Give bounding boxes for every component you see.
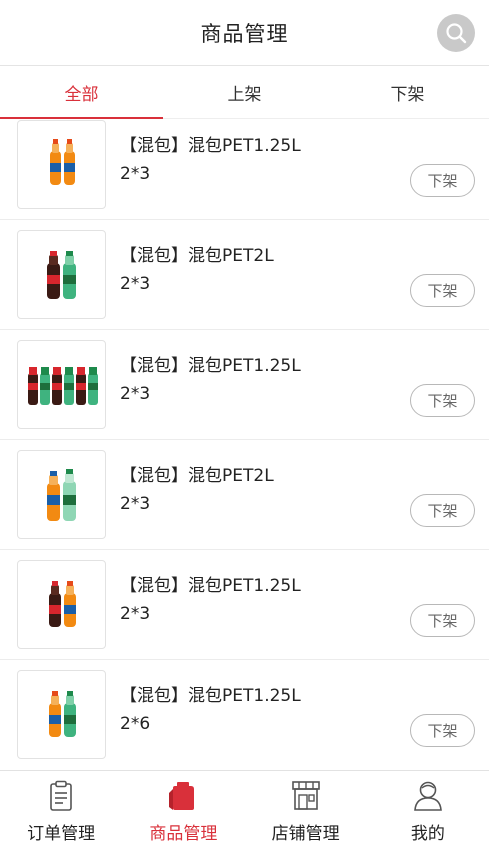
search-icon	[446, 23, 467, 44]
top-header: 商品管理	[0, 0, 489, 66]
product-image	[17, 340, 106, 429]
delist-button[interactable]: 下架	[410, 604, 475, 637]
product-name: 【混包】混包PET1.25L	[120, 356, 301, 376]
nav-item-products[interactable]: 商品管理	[122, 771, 244, 846]
nav-item-store[interactable]: 店铺管理	[245, 771, 367, 846]
bottom-nav: 订单管理 商品管理 店铺管理 我的	[0, 770, 489, 846]
nav-item-me[interactable]: 我的	[367, 771, 489, 846]
product-name: 【混包】混包PET2L	[120, 466, 274, 486]
page-title: 商品管理	[200, 21, 289, 46]
delist-button[interactable]: 下架	[410, 494, 475, 527]
product-item[interactable]: 【混包】混包PET1.25L 2*3 下架	[0, 120, 489, 220]
product-image	[17, 120, 106, 209]
delist-button[interactable]: 下架	[410, 714, 475, 747]
delist-button[interactable]: 下架	[410, 384, 475, 417]
product-spec: 2*3	[120, 494, 151, 514]
search-button[interactable]	[437, 14, 475, 52]
delist-button[interactable]: 下架	[410, 274, 475, 307]
nav-label: 商品管理	[149, 824, 218, 844]
product-item[interactable]: 【混包】混包PET2L 2*3 下架	[0, 220, 489, 330]
product-name: 【混包】混包PET2L	[120, 246, 274, 266]
app-screen: 商品管理 全部 上架 下架 【混包】混包PET1.25L 2*3 下架 【混包】…	[0, 0, 489, 846]
tab-on-shelf[interactable]: 上架	[163, 67, 326, 118]
product-image	[17, 670, 106, 759]
product-item[interactable]: 【混包】混包PET2L 2*3 下架	[0, 440, 489, 550]
product-spec: 2*3	[120, 604, 151, 624]
filter-tabs: 全部 上架 下架	[0, 67, 489, 119]
nav-label: 店铺管理	[271, 824, 340, 844]
delist-button[interactable]: 下架	[410, 164, 475, 197]
nav-label: 我的	[410, 824, 445, 844]
tab-all[interactable]: 全部	[0, 67, 163, 119]
product-item[interactable]: 【混包】混包PET1.25L 2*3 下架	[0, 550, 489, 660]
product-name: 【混包】混包PET1.25L	[120, 686, 301, 706]
product-spec: 2*3	[120, 274, 151, 294]
nav-item-orders[interactable]: 订单管理	[0, 771, 122, 846]
product-image	[17, 560, 106, 649]
product-list[interactable]: 【混包】混包PET1.25L 2*3 下架 【混包】混包PET2L 2*3 下架…	[0, 120, 489, 768]
product-spec: 2*6	[120, 714, 151, 734]
product-name: 【混包】混包PET1.25L	[120, 136, 301, 156]
product-spec: 2*3	[120, 384, 151, 404]
tag-icon	[169, 782, 195, 810]
product-item[interactable]: 【混包】混包PET1.25L 2*6 下架	[0, 660, 489, 768]
clipboard-icon	[50, 780, 72, 811]
user-icon	[414, 781, 442, 811]
store-icon	[291, 781, 320, 810]
nav-label: 订单管理	[27, 824, 96, 844]
tab-off-shelf[interactable]: 下架	[326, 67, 489, 118]
product-item[interactable]: 【混包】混包PET1.25L 2*3 下架	[0, 330, 489, 440]
product-name: 【混包】混包PET1.25L	[120, 576, 301, 596]
product-image	[17, 450, 106, 539]
product-image	[17, 230, 106, 319]
product-spec: 2*3	[120, 164, 151, 184]
